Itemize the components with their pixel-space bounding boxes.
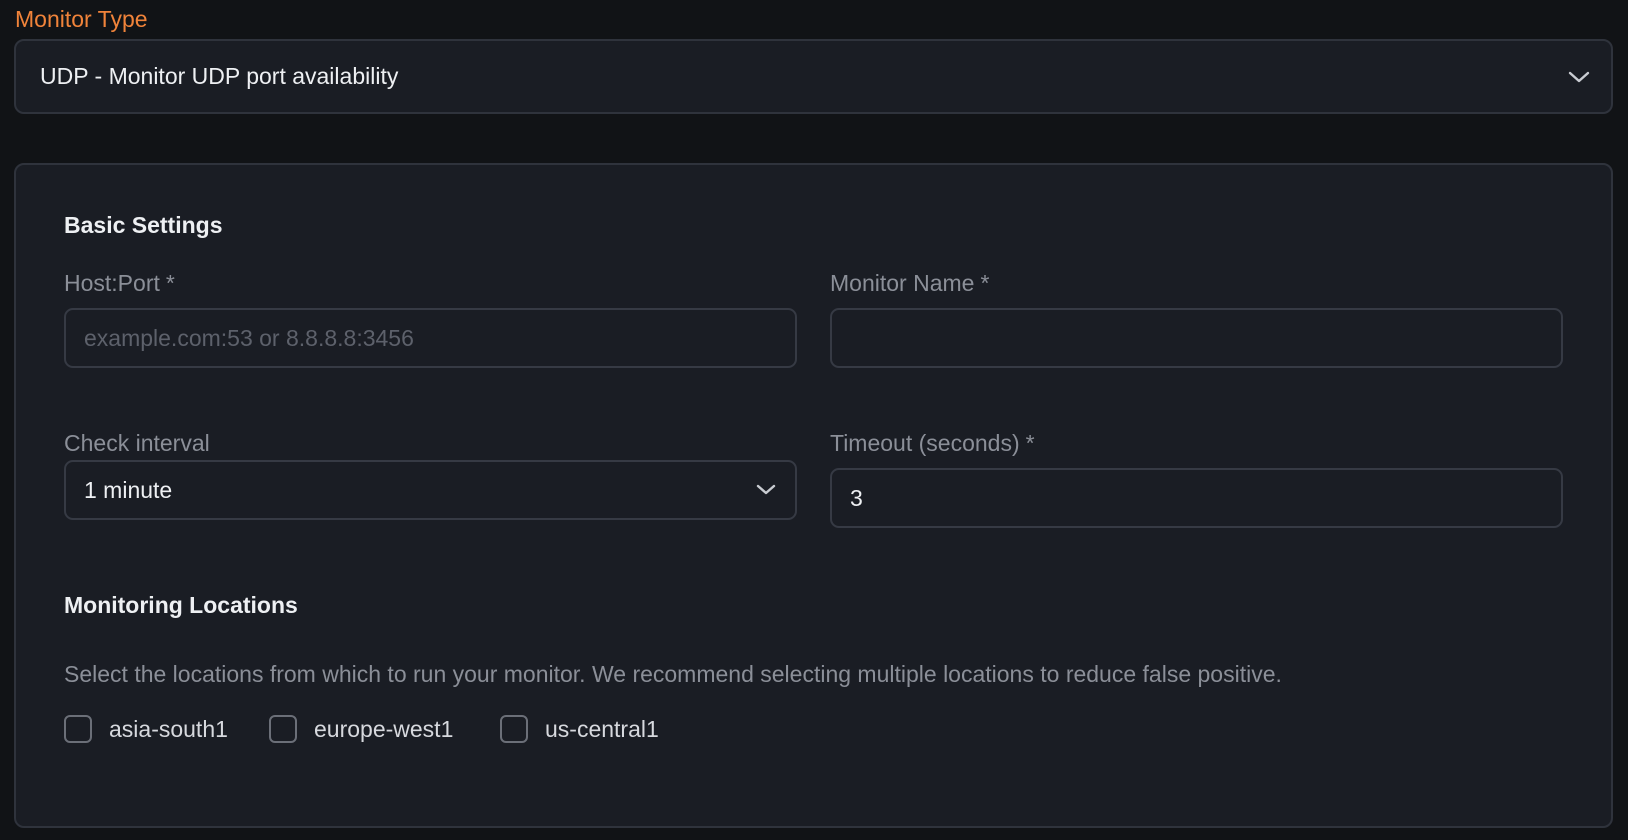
location-label: us-central1 [545, 715, 659, 742]
checkbox-unchecked-icon[interactable] [64, 715, 92, 743]
host-port-input[interactable]: example.com:53 or 8.8.8.8:3456 [64, 308, 797, 368]
monitoring-locations-title: Monitoring Locations [64, 592, 298, 618]
basic-settings-title: Basic Settings [64, 212, 223, 238]
checkbox-unchecked-icon[interactable] [269, 715, 297, 743]
monitor-type-label: Monitor Type [15, 6, 148, 32]
location-label: asia-south1 [109, 715, 228, 742]
chevron-down-icon [1568, 71, 1590, 82]
monitor-type-selected-value: UDP - Monitor UDP port availability [40, 63, 399, 89]
monitoring-locations-description: Select the locations from which to run y… [64, 661, 1282, 687]
location-option-us-central1[interactable]: us-central1 [500, 715, 659, 743]
location-option-asia-south1[interactable]: asia-south1 [64, 715, 228, 743]
location-option-europe-west1[interactable]: europe-west1 [269, 715, 453, 743]
timeout-label: Timeout (seconds) * [830, 430, 1035, 456]
chevron-down-icon [756, 484, 776, 495]
host-port-placeholder: example.com:53 or 8.8.8.8:3456 [84, 324, 414, 351]
timeout-value: 3 [850, 484, 863, 511]
check-interval-label: Check interval [64, 430, 210, 456]
settings-card: Basic Settings Host:Port * example.com:53… [14, 163, 1613, 828]
location-label: europe-west1 [314, 715, 454, 742]
host-port-label: Host:Port * [64, 270, 175, 296]
timeout-input[interactable]: 3 [830, 468, 1563, 528]
monitor-name-input[interactable] [830, 308, 1563, 368]
check-interval-select[interactable]: 1 minute [64, 460, 797, 520]
monitor-type-select[interactable]: UDP - Monitor UDP port availability [14, 39, 1613, 114]
check-interval-selected-value: 1 minute [84, 476, 173, 503]
checkbox-unchecked-icon[interactable] [500, 715, 528, 743]
monitor-name-label: Monitor Name * [830, 270, 990, 296]
